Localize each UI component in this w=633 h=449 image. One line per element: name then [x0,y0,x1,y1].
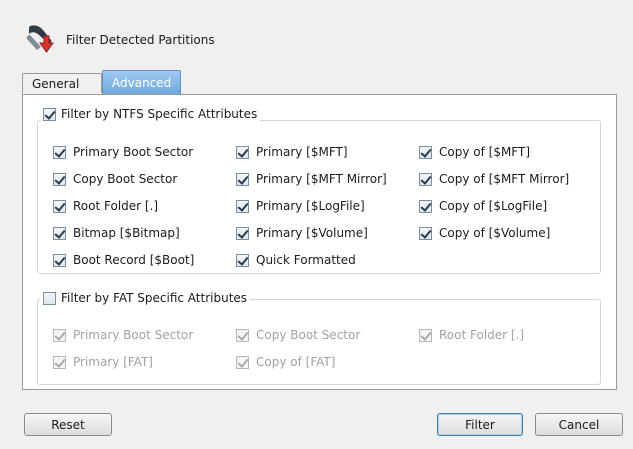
option-label: Quick Formatted [256,253,356,267]
checkbox [419,328,432,342]
ntfs-filter-checkbox[interactable] [43,107,56,121]
checkbox[interactable] [236,145,249,159]
option-label: Bitmap [$Bitmap] [73,226,180,240]
ntfs-option-copy-boot-sector[interactable]: Copy Boot Sector [53,172,177,186]
checkbox[interactable] [53,145,66,159]
checkbox[interactable] [53,199,66,213]
fat-option-primary-boot-sector: Primary Boot Sector [53,328,193,342]
option-label: Copy of [$LogFile] [439,199,548,213]
ntfs-option-primary-mft[interactable]: Primary [$MFT] [236,145,348,159]
option-label: Primary [$Volume] [256,226,368,240]
option-label: Copy of [$Volume] [439,226,551,240]
checkbox[interactable] [419,145,432,159]
ntfs-option-copy-logfile[interactable]: Copy of [$LogFile] [419,199,547,213]
option-label: Copy Boot Sector [73,172,178,186]
ntfs-option-copy-mft[interactable]: Copy of [$MFT] [419,145,530,159]
option-label: Copy of [$MFT Mirror] [439,172,570,186]
option-label: Primary Boot Sector [73,328,194,342]
checkbox [53,328,66,342]
ntfs-option-primary-mft-mirror[interactable]: Primary [$MFT Mirror] [236,172,387,186]
ntfs-option-copy-mft-mirror[interactable]: Copy of [$MFT Mirror] [419,172,569,186]
fat-option-copy-of-fat: Copy of [FAT] [236,355,335,369]
ntfs-group [37,120,601,274]
option-label: Copy of [FAT] [256,355,336,369]
ntfs-option-copy-volume[interactable]: Copy of [$Volume] [419,226,550,240]
option-label: Root Folder [.] [439,328,525,342]
checkbox[interactable] [53,226,66,240]
ntfs-option-root-folder[interactable]: Root Folder [.] [53,199,158,213]
tab-general[interactable]: General [22,73,102,93]
ntfs-option-primary-logfile[interactable]: Primary [$LogFile] [236,199,365,213]
ntfs-option-boot-record[interactable]: Boot Record [$Boot] [53,253,194,267]
checkbox[interactable] [236,172,249,186]
fat-option-root-folder: Root Folder [.] [419,328,524,342]
fat-option-copy-boot-sector: Copy Boot Sector [236,328,360,342]
checkbox[interactable] [53,172,66,186]
option-label: Copy of [$MFT] [439,145,531,159]
ntfs-option-quick-formatted[interactable]: Quick Formatted [236,253,356,267]
option-label: Primary [$LogFile] [256,199,365,213]
checkbox[interactable] [419,226,432,240]
fat-group-toggle[interactable]: Filter by FAT Specific Attributes [41,291,251,305]
checkbox[interactable] [53,253,66,267]
checkbox [236,328,249,342]
checkbox[interactable] [419,172,432,186]
fat-group-label: Filter by FAT Specific Attributes [61,291,248,305]
filter-button[interactable]: Filter [437,413,523,436]
option-label: Primary Boot Sector [73,145,194,159]
advanced-panel: Filter by NTFS Specific Attributes Prima… [22,94,617,390]
fat-filter-checkbox[interactable] [43,291,56,305]
tab-advanced[interactable]: Advanced [102,70,181,94]
option-label: Primary [FAT] [73,355,153,369]
ntfs-option-bitmap[interactable]: Bitmap [$Bitmap] [53,226,180,240]
option-label: Root Folder [.] [73,199,159,213]
reset-button[interactable]: Reset [24,413,112,436]
cancel-button[interactable]: Cancel [535,413,623,436]
checkbox[interactable] [236,226,249,240]
fat-group [37,299,601,385]
ntfs-option-primary-volume[interactable]: Primary [$Volume] [236,226,368,240]
ntfs-option-primary-boot-sector[interactable]: Primary Boot Sector [53,145,193,159]
checkbox [236,355,249,369]
checkbox[interactable] [419,199,432,213]
option-label: Copy Boot Sector [256,328,361,342]
option-label: Boot Record [$Boot] [73,253,195,267]
window-header: Filter Detected Partitions [0,0,633,70]
ntfs-group-toggle[interactable]: Filter by NTFS Specific Attributes [41,107,261,121]
checkbox[interactable] [236,253,249,267]
ntfs-group-label: Filter by NTFS Specific Attributes [61,107,258,121]
checkbox[interactable] [236,199,249,213]
dialog-title: Filter Detected Partitions [66,33,215,47]
option-label: Primary [$MFT Mirror] [256,172,387,186]
option-label: Primary [$MFT] [256,145,348,159]
filter-app-icon [26,25,54,53]
checkbox [53,355,66,369]
fat-option-primary-fat: Primary [FAT] [53,355,153,369]
